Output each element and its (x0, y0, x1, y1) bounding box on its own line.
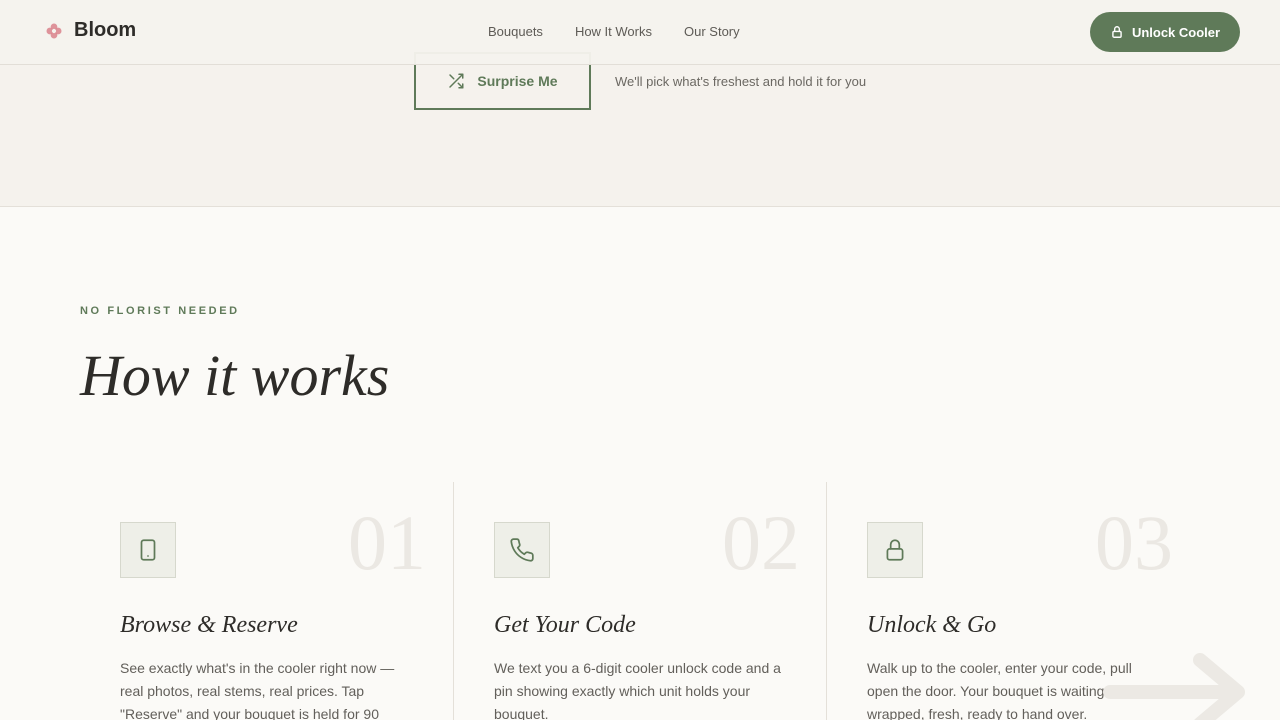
phone-icon (494, 522, 550, 578)
step-card: 02 Get Your Code We text you a 6-digit c… (453, 482, 826, 720)
nav-links: Bouquets How It Works Our Story (488, 24, 740, 39)
section-title: How it works (80, 343, 390, 408)
nav-link-our-story[interactable]: Our Story (684, 24, 740, 39)
step-title: Get Your Code (494, 612, 636, 638)
step-body: We text you a 6-digit cooler unlock code… (494, 660, 781, 720)
step-number: 01 (348, 499, 426, 586)
surprise-note: We'll pick what's freshest and hold it f… (615, 74, 867, 89)
shuffle-icon (449, 73, 464, 89)
lock-icon (867, 522, 923, 578)
step-title: Unlock & Go (867, 612, 997, 638)
surprise-me-label: Surprise Me (477, 73, 558, 89)
lock-icon (1112, 26, 1122, 38)
step-number: 03 (1095, 499, 1173, 586)
section-eyebrow: NO FLORIST NEEDED (80, 305, 240, 317)
step-number: 02 (722, 499, 800, 586)
unlock-cooler-button[interactable]: Unlock Cooler (1090, 12, 1240, 52)
step-title: Browse & Reserve (120, 612, 298, 638)
top-nav: Bloom Bouquets How It Works Our Story Un… (0, 0, 1280, 65)
step-card: 01 Browse & Reserve See exactly what's i… (80, 482, 453, 720)
steps-list: 01 Browse & Reserve See exactly what's i… (80, 482, 1200, 720)
flower-icon (46, 23, 62, 38)
arrow-right-icon (1103, 653, 1245, 720)
brand-logo[interactable]: Bloom (44, 19, 136, 42)
step-body: See exactly what's in the cooler right n… (120, 660, 395, 720)
unlock-cooler-label: Unlock Cooler (1131, 24, 1221, 40)
tablet-icon (120, 522, 176, 578)
brand-name: Bloom (74, 19, 137, 41)
nav-link-how-it-works[interactable]: How It Works (575, 24, 652, 39)
nav-link-bouquets[interactable]: Bouquets (488, 24, 543, 39)
